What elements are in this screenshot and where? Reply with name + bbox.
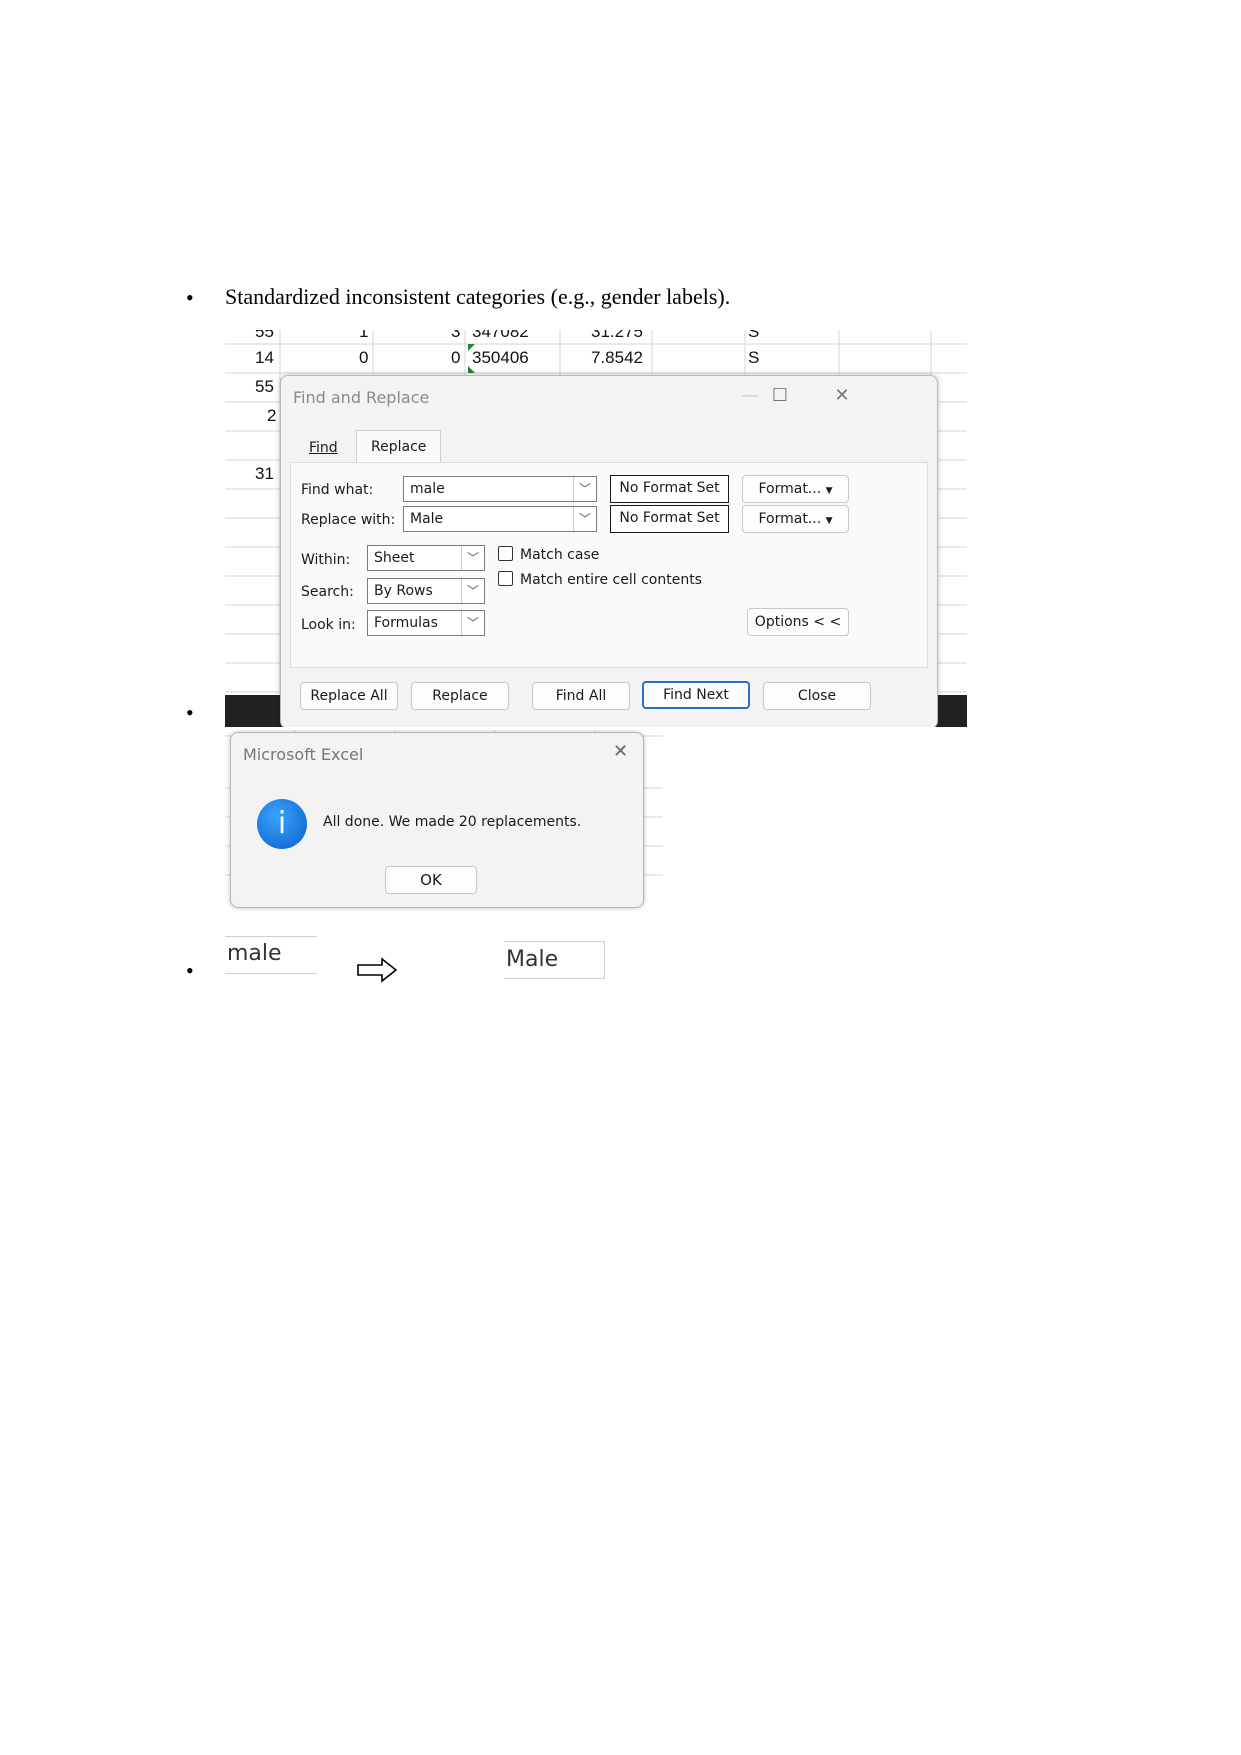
replace-button[interactable]: Replace	[411, 682, 509, 710]
within-select[interactable]: Sheet ﹀	[367, 545, 485, 571]
maximize-icon[interactable]: ☐	[765, 384, 795, 408]
row-id: 31	[255, 464, 274, 483]
replace-format-label: Format...	[758, 511, 822, 527]
replace-with-input[interactable]: Male ﹀	[403, 506, 597, 532]
cell: 350406	[472, 348, 529, 367]
before-cell-value: male	[227, 941, 282, 966]
info-icon: i	[257, 799, 307, 849]
within-label: Within:	[301, 552, 351, 568]
match-case-checkbox[interactable]	[498, 546, 513, 561]
replace-format-preview: No Format Set	[610, 505, 729, 533]
find-format-preview: No Format Set	[610, 475, 729, 503]
cell: S	[748, 348, 760, 367]
right-arrow-icon	[357, 957, 398, 983]
after-cell-value: Male	[506, 947, 559, 972]
message-box-dialog: Microsoft Excel ✕ i All done. We made 20…	[230, 732, 644, 908]
bullet-dot: •	[186, 285, 194, 310]
find-what-label: Find what:	[301, 482, 374, 498]
close-icon[interactable]: ✕	[827, 384, 857, 408]
tab-find-label: Find	[309, 440, 338, 456]
bullet-dot: •	[186, 700, 194, 725]
find-all-button[interactable]: Find All	[532, 682, 630, 710]
within-value: Sheet	[374, 550, 415, 566]
replace-with-value: Male	[410, 511, 444, 527]
cell: 31.275	[591, 330, 643, 341]
options-button[interactable]: Options < <	[747, 608, 849, 636]
look-in-label: Look in:	[301, 617, 356, 633]
bullet-caption: Standardized inconsistent categories (e.…	[225, 284, 731, 309]
replace-all-button[interactable]: Replace All	[300, 682, 398, 710]
look-in-value: Formulas	[374, 615, 438, 631]
cell: 3	[451, 330, 461, 341]
caret-down-icon: ▼	[825, 486, 833, 496]
find-replace-dialog: Find and Replace — ☐ ✕ Find Replace Find…	[280, 375, 938, 727]
cell: 55	[255, 330, 274, 341]
tab-find[interactable]: Find	[295, 434, 352, 462]
message-box-screenshot: Microsoft Excel ✕ i All done. We made 20…	[225, 730, 663, 912]
bullet-dot: •	[186, 958, 194, 983]
replace-format-button[interactable]: Format... ▼	[742, 505, 849, 533]
match-entire-label[interactable]: Match entire cell contents	[520, 572, 702, 588]
match-case-label[interactable]: Match case	[520, 547, 599, 563]
cell: 347082	[472, 330, 529, 341]
find-format-button[interactable]: Format... ▼	[742, 475, 849, 503]
cell: 0	[451, 348, 461, 367]
row-id: 55	[255, 377, 274, 396]
chevron-down-icon[interactable]: ﹀	[461, 611, 484, 635]
search-value: By Rows	[374, 583, 433, 599]
before-cell: male	[225, 936, 317, 974]
cell: S	[748, 330, 760, 341]
match-entire-checkbox[interactable]	[498, 571, 513, 586]
tab-replace[interactable]: Replace	[356, 430, 442, 464]
search-label: Search:	[301, 584, 354, 600]
find-replace-screenshot: 55 1 3 347082 31.275 S 14 0 0 350406 7.8…	[225, 330, 967, 727]
cell: 7.8542	[591, 348, 643, 367]
find-what-value: male	[410, 481, 445, 497]
find-next-button[interactable]: Find Next	[642, 681, 750, 709]
cell: 1	[359, 330, 369, 341]
message-text: All done. We made 20 replacements.	[323, 814, 582, 830]
caret-down-icon: ▼	[825, 516, 833, 526]
cell: 0	[359, 348, 369, 367]
chevron-down-icon[interactable]: ﹀	[461, 546, 484, 570]
dialog-title: Find and Replace	[293, 388, 430, 407]
after-cell: Male	[504, 941, 605, 979]
search-select[interactable]: By Rows ﹀	[367, 578, 485, 604]
ok-button[interactable]: OK	[385, 866, 477, 894]
cell: 14	[255, 348, 274, 367]
close-icon[interactable]: ✕	[613, 741, 628, 762]
find-what-input[interactable]: male ﹀	[403, 476, 597, 502]
chevron-down-icon[interactable]: ﹀	[573, 477, 596, 501]
message-box-title: Microsoft Excel	[243, 745, 364, 764]
minimize-icon[interactable]: —	[735, 384, 765, 408]
chevron-down-icon[interactable]: ﹀	[573, 507, 596, 531]
find-format-label: Format...	[758, 481, 822, 497]
chevron-down-icon[interactable]: ﹀	[461, 579, 484, 603]
close-button[interactable]: Close	[763, 682, 871, 710]
replace-with-label: Replace with:	[301, 512, 396, 528]
row-id: 2	[267, 406, 277, 425]
replace-panel: Find what: male ﹀ No Format Set Format..…	[290, 462, 928, 668]
look-in-select[interactable]: Formulas ﹀	[367, 610, 485, 636]
